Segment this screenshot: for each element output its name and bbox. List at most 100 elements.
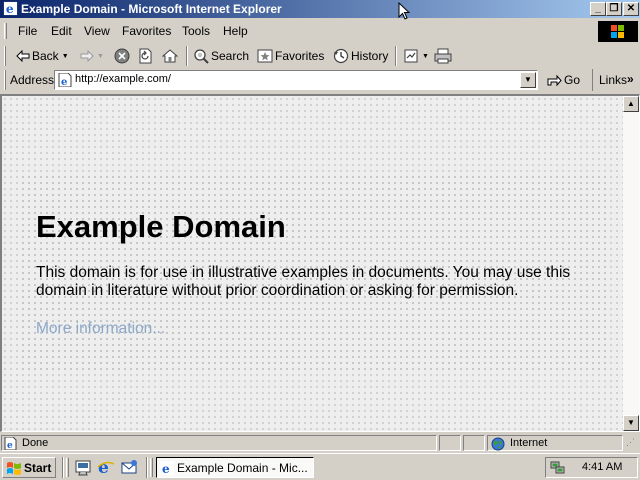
svg-text:e: e — [6, 2, 14, 16]
stop-button[interactable] — [114, 46, 130, 66]
forward-button[interactable]: ▼ — [80, 46, 104, 66]
windows-flag-icon — [7, 461, 21, 475]
toolbar-separator — [395, 46, 397, 66]
ie-logo-icon: e — [3, 1, 18, 16]
task-label: Example Domain - Mic... — [177, 460, 308, 475]
title-bar[interactable]: e Example Domain - Microsoft Internet Ex… — [0, 0, 640, 18]
mail-dropdown-icon[interactable]: ▼ — [422, 53, 429, 60]
window-title: Example Domain - Microsoft Internet Expl… — [21, 2, 282, 16]
address-grip[interactable] — [4, 70, 6, 90]
start-button[interactable]: Start — [2, 457, 56, 478]
outlook-express-icon[interactable] — [120, 458, 138, 476]
favorites-icon — [257, 49, 273, 63]
menu-tools[interactable]: Tools — [182, 24, 210, 38]
web-page: Example Domain This domain is for use in… — [2, 96, 623, 431]
search-icon — [194, 49, 209, 64]
refresh-icon — [139, 48, 152, 64]
refresh-button[interactable] — [138, 46, 153, 66]
show-desktop-icon[interactable] — [74, 458, 92, 476]
address-dropdown-icon[interactable]: ▼ — [520, 72, 536, 88]
more-information-link[interactable]: More information... — [36, 320, 165, 338]
internet-globe-icon — [491, 437, 505, 451]
home-button[interactable] — [162, 46, 178, 66]
taskbar-button-ie[interactable]: e Example Domain - Mic... — [156, 457, 314, 478]
page-paragraph: This domain is for use in illustrative e… — [36, 264, 571, 299]
network-connection-icon[interactable] — [550, 460, 566, 476]
address-box[interactable]: e ▼ — [54, 70, 538, 90]
back-button[interactable]: Back ▼ — [16, 46, 69, 66]
quick-launch-grip[interactable] — [66, 458, 69, 477]
throbber — [598, 21, 638, 42]
scroll-down-button[interactable]: ▼ — [623, 415, 639, 431]
system-tray: 4:41 AM — [545, 457, 638, 478]
status-bar: e Done Internet ⋰ — [0, 434, 640, 452]
go-arrow-icon — [547, 74, 562, 87]
page-heading: Example Domain — [36, 209, 286, 244]
go-label: Go — [564, 73, 581, 87]
menu-favorites[interactable]: Favorites — [122, 24, 171, 38]
menu-grip[interactable] — [4, 23, 7, 39]
minimize-button[interactable]: _ — [590, 2, 606, 16]
menu-view[interactable]: View — [84, 24, 110, 38]
go-button[interactable]: Go — [546, 71, 580, 89]
print-button[interactable] — [434, 46, 452, 66]
ie-task-icon: e — [160, 460, 174, 475]
vertical-scrollbar[interactable]: ▲ ▼ — [623, 96, 639, 431]
page-done-icon: e — [4, 437, 17, 450]
taskbar-separator — [62, 457, 64, 478]
links-chevron-icon[interactable]: » — [627, 72, 634, 86]
internet-explorer-icon[interactable]: e — [97, 458, 115, 476]
menu-edit[interactable]: Edit — [51, 24, 72, 38]
standard-toolbar: Back ▼ ▼ Search Favorites History ▼ — [0, 44, 640, 68]
back-arrow-icon — [16, 50, 30, 62]
menu-bar: File Edit View Favorites Tools Help — [0, 20, 600, 42]
toolbar-grip[interactable] — [4, 46, 6, 66]
status-pane-main: e Done — [1, 435, 437, 451]
address-label: Address — [10, 73, 55, 87]
mail-icon — [404, 49, 418, 63]
start-label: Start — [24, 460, 52, 475]
back-dropdown-icon[interactable]: ▼ — [62, 53, 69, 60]
links-label: Links — [599, 73, 628, 87]
close-button[interactable]: ✕ — [623, 2, 639, 16]
maximize-button[interactable]: ❐ — [606, 2, 622, 16]
page-ie-icon: e — [58, 73, 72, 87]
taskbar-separator — [146, 457, 148, 478]
status-pane-security — [463, 435, 485, 451]
svg-text:e: e — [7, 441, 13, 450]
taskbar: Start e e Example Domain - Mic... 4:41 A… — [0, 453, 640, 480]
zone-text: Internet — [510, 437, 548, 449]
forward-dropdown-icon[interactable]: ▼ — [97, 53, 104, 60]
search-button[interactable]: Search — [193, 46, 249, 66]
favorites-label: Favorites — [275, 49, 325, 63]
mail-button[interactable]: ▼ — [403, 46, 429, 66]
address-bar: Address e ▼ Go Links » — [0, 69, 640, 91]
resize-grip-icon[interactable]: ⋰ — [626, 437, 638, 450]
mouse-pointer-icon — [398, 2, 410, 20]
history-label: History — [351, 49, 389, 63]
history-button[interactable]: History — [333, 46, 388, 66]
clock[interactable]: 4:41 AM — [582, 461, 622, 473]
address-input[interactable] — [75, 73, 515, 85]
print-icon — [434, 48, 452, 64]
menu-file[interactable]: File — [18, 24, 37, 38]
links-toolbar[interactable]: Links » — [592, 69, 640, 91]
svg-text:e: e — [162, 462, 170, 475]
home-icon — [162, 49, 178, 63]
status-pane-zone: Internet — [487, 435, 623, 451]
svg-text:e: e — [61, 77, 67, 87]
browser-viewport: Example Domain This domain is for use in… — [0, 94, 640, 432]
svg-text:e: e — [98, 458, 109, 476]
status-text: Done — [22, 437, 49, 449]
windows-logo-icon — [611, 25, 624, 38]
back-label: Back — [32, 49, 59, 63]
status-pane-progress — [439, 435, 461, 451]
task-list-grip[interactable] — [150, 458, 153, 477]
forward-arrow-icon — [80, 50, 94, 62]
history-icon — [333, 48, 349, 64]
toolbar-separator — [186, 46, 188, 66]
stop-icon — [114, 48, 130, 64]
menu-help[interactable]: Help — [223, 24, 248, 38]
scroll-up-button[interactable]: ▲ — [623, 96, 639, 112]
favorites-button[interactable]: Favorites — [257, 46, 324, 66]
